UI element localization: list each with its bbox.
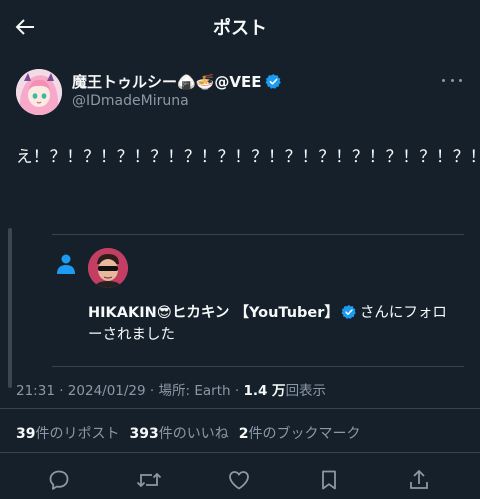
share-button[interactable] (406, 467, 432, 493)
reposts-stat[interactable]: 39件のリポスト (16, 423, 119, 443)
divider (0, 452, 480, 453)
divider (52, 366, 464, 367)
hikakin-avatar-image (88, 248, 128, 288)
reposts-label: 件のリポスト (35, 426, 120, 442)
bookmark-button[interactable] (316, 467, 342, 493)
scrollbar[interactable] (8, 228, 12, 388)
person-icon (54, 252, 78, 276)
views-label: 回表示 (285, 383, 327, 399)
page-title: ポスト (213, 18, 267, 39)
likes-count: 393 (129, 426, 159, 442)
follower-name[interactable]: HIKAKIN😎ヒカキン 【YouTuber】 (88, 305, 339, 321)
views-count: 1.4 万 (243, 383, 286, 399)
engagement-stats: 39件のリポスト 393件のいいね 2件のブックマーク (16, 423, 360, 443)
author-avatar[interactable] (16, 69, 62, 115)
action-bar (0, 463, 480, 495)
hikakin-avatar[interactable] (88, 248, 128, 288)
repost-button[interactable] (136, 467, 162, 493)
more-options-button[interactable] (442, 74, 462, 86)
divider (0, 408, 480, 409)
post-location: 場所: Earth (158, 383, 231, 399)
post-meta: 21:31 · 2024/01/29 · 場所: Earth · 1.4 万回表… (16, 379, 326, 399)
author-name-row: 魔王トゥルシー🍙🍜@VEE (72, 71, 282, 92)
bookmark-icon (322, 470, 336, 490)
heart-icon (229, 471, 249, 490)
reposts-count: 39 (16, 426, 36, 442)
bookmarks-label: 件のブックマーク (248, 426, 361, 442)
reply-button[interactable] (46, 467, 72, 493)
follow-notification-text: HIKAKIN😎ヒカキン 【YouTuber】 さんにフォローされました (88, 302, 448, 346)
top-bar: ポスト (0, 0, 480, 54)
meta-separator: · (59, 383, 64, 399)
anime-girl-avatar-image (16, 69, 62, 115)
bookmarks-stat[interactable]: 2件のブックマーク (239, 423, 361, 443)
more-dot (450, 78, 454, 82)
verified-badge-icon (341, 304, 358, 321)
verified-badge-icon (265, 73, 282, 90)
post-detail-screen: ポスト 魔王トゥルシー🍙🍜@VEE @IDmadeMiruna え！？！？！？！… (0, 0, 480, 499)
author-handle[interactable]: @IDmadeMiruna (72, 93, 189, 109)
repost-icon (136, 472, 162, 488)
meta-separator: · (149, 383, 155, 399)
like-button[interactable] (226, 467, 252, 493)
divider (52, 234, 464, 235)
more-dot (459, 78, 462, 82)
meta-separator: · (234, 383, 240, 399)
likes-stat[interactable]: 393件のいいね (129, 423, 228, 443)
post-text: え！？！？！？！？！？！？！？！？！？！？！？！？！？！？ (16, 147, 480, 166)
reply-icon (49, 470, 69, 490)
more-horizontal-icon (442, 78, 445, 82)
likes-label: 件のいいね (158, 426, 229, 442)
author-display-name[interactable]: 魔王トゥルシー🍙🍜@VEE (72, 71, 261, 92)
post-time[interactable]: 21:31 (16, 383, 55, 399)
bookmarks-count: 2 (238, 426, 249, 442)
post-date[interactable]: 2024/01/29 (68, 383, 146, 399)
share-icon (410, 469, 428, 489)
